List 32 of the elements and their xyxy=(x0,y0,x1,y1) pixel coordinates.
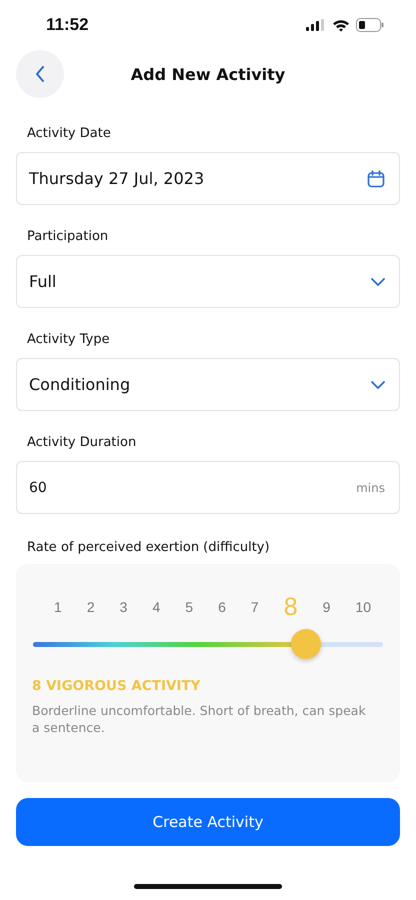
wifi-icon xyxy=(332,18,350,32)
scale-number[interactable]: 6 xyxy=(218,599,226,615)
back-button[interactable] xyxy=(16,50,64,98)
battery-icon xyxy=(356,18,384,32)
scale-number[interactable]: 2 xyxy=(86,599,95,615)
date-field[interactable]: Thursday 27 Jul, 2023 xyxy=(16,152,400,205)
scale-number[interactable]: 9 xyxy=(322,599,330,615)
scale-number[interactable]: 10 xyxy=(355,599,371,615)
dropdown-field[interactable]: Conditioning xyxy=(16,358,400,411)
field-label: Participation xyxy=(26,228,108,246)
screen-title: Add New Activity xyxy=(130,64,286,84)
status-time: 11:52 xyxy=(46,15,89,35)
exertion-heading: 8 VIGOROUS ACTIVITY xyxy=(32,678,200,694)
scale-number[interactable]: 4 xyxy=(152,599,160,615)
back-icon xyxy=(35,66,45,82)
scale-number[interactable]: 3 xyxy=(120,599,128,615)
scale-number[interactable]: 1 xyxy=(54,599,62,615)
field-label: Activity Duration xyxy=(26,434,136,452)
dropdown-field[interactable]: Full xyxy=(16,255,400,308)
chevron-down-icon xyxy=(371,380,385,388)
field-label: Rate of perceived exertion (difficulty) xyxy=(26,539,270,557)
create-activity-button[interactable]: Create Activity xyxy=(16,798,400,846)
calendar-icon xyxy=(367,170,385,188)
input-field[interactable]: 60 mins xyxy=(16,461,400,514)
field-label: Activity Date xyxy=(26,125,111,143)
signal-icon xyxy=(306,19,326,31)
scale-number[interactable]: 7 xyxy=(250,599,259,615)
field-label: Activity Type xyxy=(26,331,110,349)
exertion-description: Borderline uncomfortable. Short of breath, can speak a sentence. xyxy=(32,702,367,736)
chevron-down-icon xyxy=(371,278,385,286)
scale-number[interactable]: 5 xyxy=(185,599,194,615)
exertion-slider[interactable] xyxy=(33,629,383,659)
